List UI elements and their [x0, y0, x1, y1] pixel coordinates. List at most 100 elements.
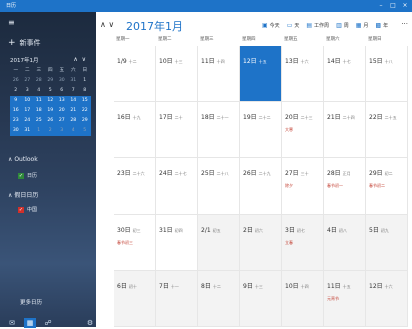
day-cell[interactable]: 2日 初六 — [240, 214, 282, 271]
day-cell[interactable]: 10日 十三 — [156, 46, 198, 103]
day-cell[interactable]: 20日 二十三 大寒 — [282, 102, 324, 159]
mini-day[interactable]: 1 — [79, 76, 91, 86]
mini-day[interactable]: 27 — [56, 116, 68, 126]
day-cell[interactable]: 11日 十五 元宵节 — [324, 270, 366, 327]
maximize-icon[interactable]: □ — [388, 1, 398, 11]
day-cell[interactable]: 15日 十八 — [366, 46, 408, 103]
holiday-event[interactable]: 大寒 — [285, 127, 320, 133]
day-cell[interactable]: 29日 初二 春节初二 — [366, 158, 408, 215]
day-cell[interactable]: 14日 十七 — [324, 46, 366, 103]
mini-day[interactable]: 11 — [33, 96, 45, 106]
mini-day[interactable]: 9 — [10, 96, 22, 106]
day-cell[interactable]: 3日 初七 立春 — [282, 214, 324, 271]
calendar-item-china[interactable]: ✓ 中国 — [18, 206, 37, 213]
close-icon[interactable]: × — [400, 1, 410, 11]
mini-day[interactable]: 12 — [44, 96, 56, 106]
more-calendars-link[interactable]: 更多日历 — [20, 298, 42, 306]
workweek-view-button[interactable]: ▤ 工作周 — [306, 22, 329, 29]
mini-day[interactable]: 21 — [67, 106, 79, 116]
day-cell[interactable]: 10日 十四 — [282, 270, 324, 327]
mini-day[interactable]: 30 — [10, 126, 22, 136]
year-view-button[interactable]: ▩ 年 — [375, 22, 388, 29]
day-cell[interactable]: 31日 初四 — [156, 214, 198, 271]
holiday-event[interactable]: 立春 — [285, 240, 320, 246]
holiday-section-toggle[interactable]: ∧ 假日日历 — [8, 190, 38, 199]
checkbox-icon[interactable]: ✓ — [18, 172, 24, 179]
day-cell[interactable]: 21日 二十四 — [324, 102, 366, 159]
month-nav-arrows[interactable]: ∧ ∨ — [100, 20, 114, 29]
day-cell[interactable]: 30日 初三 春节初三 — [114, 214, 156, 271]
more-options-icon[interactable]: ··· — [401, 20, 408, 28]
mini-day[interactable]: 6 — [56, 86, 68, 96]
day-cell[interactable]: 25日 二十八 — [198, 158, 240, 215]
holiday-event[interactable]: 除夕 — [285, 183, 320, 189]
mini-day[interactable]: 2 — [10, 86, 22, 96]
day-cell[interactable]: 26日 二十九 — [240, 158, 282, 215]
mini-day[interactable]: 29 — [45, 76, 57, 86]
mini-day[interactable]: 19 — [44, 106, 56, 116]
month-view-button[interactable]: ▦ 月 — [356, 22, 369, 29]
day-cell[interactable]: 23日 二十六 — [114, 158, 156, 215]
day-view-button[interactable]: ▭ 天 — [287, 22, 300, 29]
mini-day[interactable]: 22 — [79, 106, 91, 116]
mini-day[interactable]: 25 — [33, 116, 45, 126]
mini-day[interactable]: 18 — [33, 106, 45, 116]
mini-day[interactable]: 29 — [79, 116, 91, 126]
day-cell[interactable]: 6日 初十 — [114, 270, 156, 327]
day-cell[interactable]: 1/9 十二 — [114, 46, 156, 103]
day-cell[interactable]: 27日 三十 除夕 — [282, 158, 324, 215]
mini-day[interactable]: 5 — [45, 86, 57, 96]
day-cell[interactable]: 12日 十六 — [366, 270, 408, 327]
holiday-event[interactable]: 春节初一 — [327, 183, 362, 189]
mini-day[interactable]: 28 — [67, 116, 79, 126]
mini-nav-arrows[interactable]: ∧ ∨ — [73, 56, 86, 63]
mini-day[interactable]: 26 — [44, 116, 56, 126]
mini-day[interactable]: 3 — [56, 126, 68, 136]
mini-day[interactable]: 26 — [10, 76, 22, 86]
mini-day[interactable]: 5 — [79, 126, 91, 136]
mini-day[interactable]: 24 — [21, 116, 33, 126]
mini-day[interactable]: 3 — [22, 86, 34, 96]
mini-day[interactable]: 14 — [67, 96, 79, 106]
checkbox-icon[interactable]: ✓ — [18, 206, 24, 213]
mini-day[interactable]: 7 — [68, 86, 80, 96]
mini-day[interactable]: 31 — [68, 76, 80, 86]
day-cell[interactable]: 19日 二十二 — [240, 102, 282, 159]
day-cell[interactable]: 13日 十六 — [282, 46, 324, 103]
mini-day[interactable]: 2 — [44, 126, 56, 136]
holiday-event[interactable]: 春节初二 — [369, 183, 404, 189]
mini-day[interactable]: 23 — [10, 116, 22, 126]
day-cell[interactable]: 16日 十九 — [114, 102, 156, 159]
mini-day[interactable]: 20 — [56, 106, 68, 116]
day-cell[interactable]: 8日 十二 — [198, 270, 240, 327]
day-cell[interactable]: 22日 二十五 — [366, 102, 408, 159]
week-view-button[interactable]: ▥ 周 — [336, 22, 349, 29]
new-event-button[interactable]: + 新事件 — [8, 38, 41, 48]
mini-day[interactable]: 28 — [33, 76, 45, 86]
mini-day[interactable]: 4 — [33, 86, 45, 96]
day-cell[interactable]: 9日 十三 — [240, 270, 282, 327]
outlook-section-toggle[interactable]: ∧ Outlook — [8, 156, 38, 163]
mini-day[interactable]: 4 — [67, 126, 79, 136]
mini-day[interactable]: 30 — [56, 76, 68, 86]
minimize-icon[interactable]: – — [376, 1, 386, 11]
day-cell[interactable]: 28日 正月 春节初一 — [324, 158, 366, 215]
day-cell[interactable]: 12日 十五 — [240, 46, 282, 103]
day-cell[interactable]: 7日 十一 — [156, 270, 198, 327]
day-cell[interactable]: 5日 初九 — [366, 214, 408, 271]
mini-day[interactable]: 31 — [21, 126, 33, 136]
mini-day[interactable]: 10 — [21, 96, 33, 106]
mini-day[interactable]: 8 — [79, 86, 91, 96]
holiday-event[interactable]: 元宵节 — [327, 296, 362, 302]
mini-day[interactable]: 1 — [33, 126, 45, 136]
calendar-item-outlook[interactable]: ✓ 日历 — [18, 172, 37, 179]
day-cell[interactable]: 4日 初八 — [324, 214, 366, 271]
day-cell[interactable]: 11日 十四 — [198, 46, 240, 103]
hamburger-menu-icon[interactable]: ≡ — [8, 18, 15, 27]
holiday-event[interactable]: 春节初三 — [117, 240, 152, 246]
today-button[interactable]: ▣ 今天 — [262, 22, 280, 29]
mini-day[interactable]: 13 — [56, 96, 68, 106]
day-cell[interactable]: 2/1 初五 — [198, 214, 240, 271]
mini-day[interactable]: 15 — [79, 96, 91, 106]
mini-day[interactable]: 17 — [21, 106, 33, 116]
